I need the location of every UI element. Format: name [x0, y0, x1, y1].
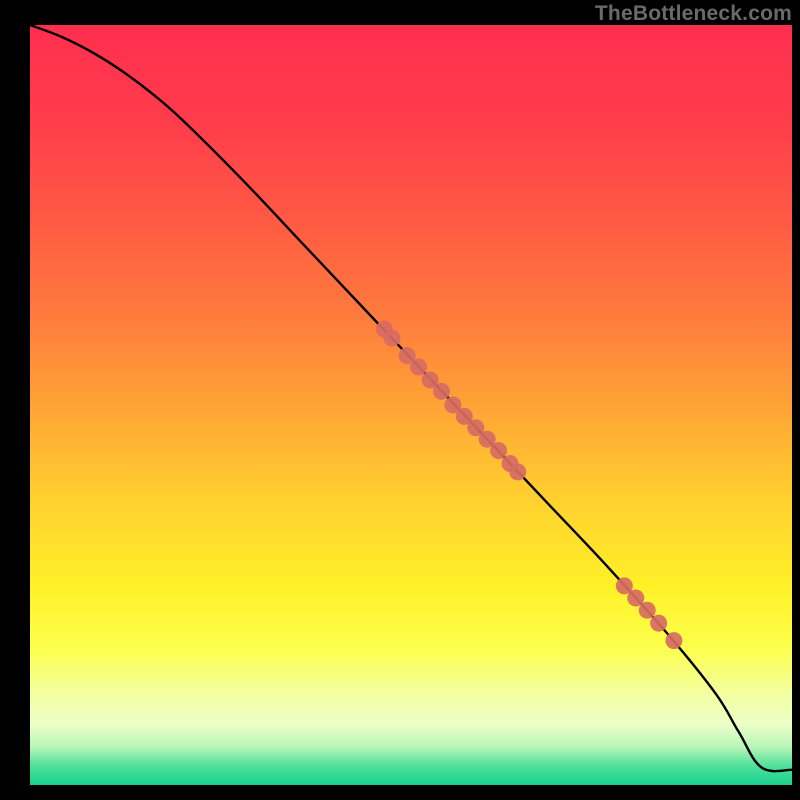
marker-dot	[383, 330, 400, 347]
chart-svg	[0, 0, 800, 800]
watermark-text: TheBottleneck.com	[595, 2, 792, 26]
chart-stage: TheBottleneck.com	[0, 0, 800, 800]
marker-dot	[509, 463, 526, 480]
marker-dot	[650, 615, 667, 632]
plot-area	[30, 25, 792, 785]
marker-dot	[433, 383, 450, 400]
marker-dot	[490, 442, 507, 459]
marker-dot	[410, 359, 427, 376]
marker-dot	[639, 602, 656, 619]
marker-dot	[665, 632, 682, 649]
